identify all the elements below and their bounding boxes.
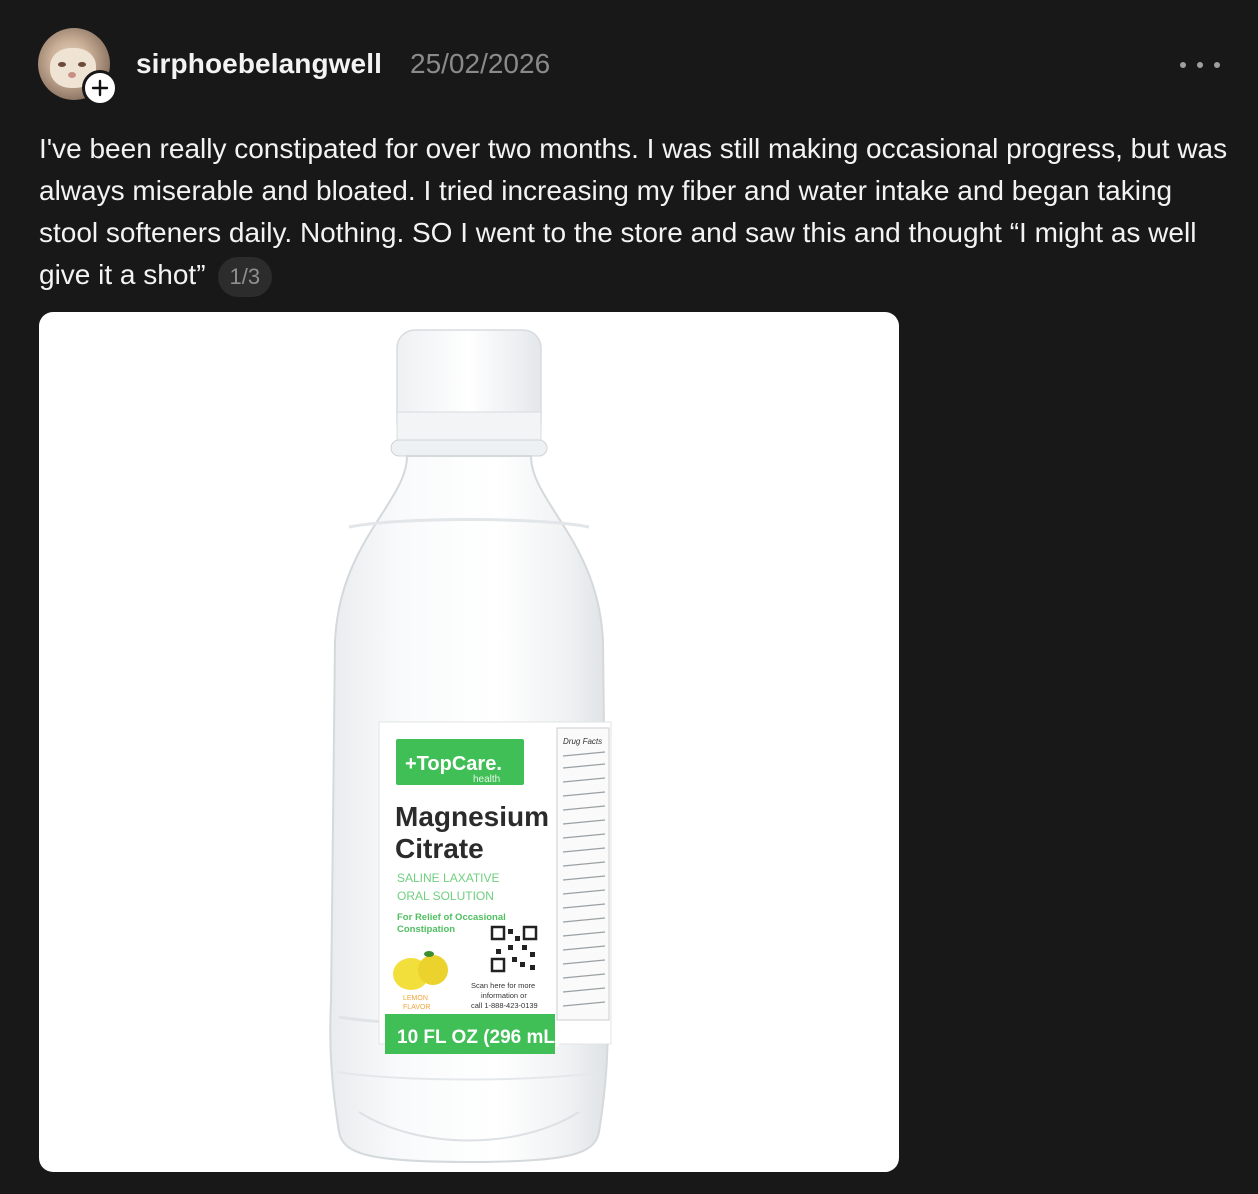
- scan-line1: Scan here for more: [471, 981, 535, 990]
- more-dots-icon: [1180, 62, 1186, 68]
- scan-line2: information or: [481, 991, 527, 1000]
- product-type-line2: ORAL SOLUTION: [397, 889, 494, 903]
- scan-line3: call 1-888-423-0139: [471, 1001, 538, 1010]
- product-bottle-photo: Drug Facts +TopCare. health Magnesium Ci…: [329, 329, 612, 1164]
- post-body: I've been really constipated for over tw…: [39, 133, 1228, 290]
- more-options-button[interactable]: [1180, 54, 1220, 76]
- svg-text:Drug Facts: Drug Facts: [563, 737, 602, 746]
- qr-code: [490, 925, 538, 973]
- brand-name: +TopCare.: [405, 753, 502, 775]
- post-image[interactable]: Drug Facts +TopCare. health Magnesium Ci…: [39, 312, 899, 1172]
- post-date: 25/02/2026: [410, 48, 551, 79]
- flavor-line2: FLAVOR: [403, 1004, 431, 1011]
- flavor-line1: LEMON: [403, 995, 428, 1002]
- username-link[interactable]: sirphoebelangwell: [136, 48, 382, 80]
- post-text: I've been really constipated for over tw…: [39, 128, 1229, 297]
- use-line2: Constipation: [397, 924, 455, 935]
- plus-icon: [91, 79, 109, 97]
- thread-post: sirphoebelangwell 25/02/2026 I've been r…: [0, 0, 1258, 1194]
- use-line1: For Relief of Occasional: [397, 912, 506, 923]
- volume-text: 10 FL OZ (296 mL): [397, 1027, 561, 1048]
- brand-sub: health: [473, 774, 500, 785]
- avatar[interactable]: [38, 28, 118, 108]
- product-type-line1: SALINE LAXATIVE: [397, 871, 500, 885]
- product-name-line1: Magnesium: [395, 801, 549, 832]
- product-name-line2: Citrate: [395, 833, 484, 864]
- follow-button[interactable]: [82, 70, 118, 106]
- page-indicator: 1/3: [217, 256, 273, 297]
